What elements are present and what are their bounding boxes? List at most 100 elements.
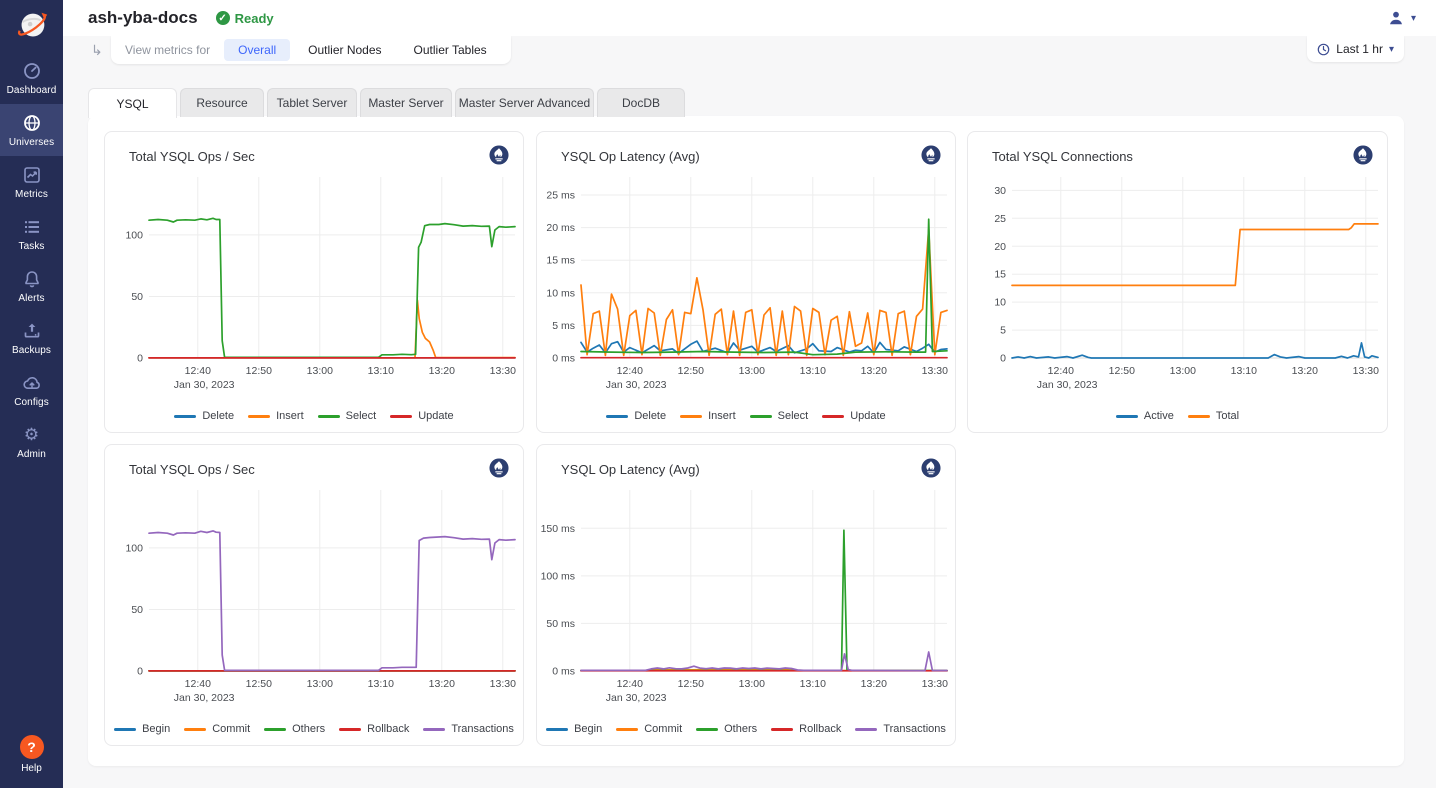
legend-item-others[interactable]: Others <box>696 723 757 735</box>
svg-text:13:20: 13:20 <box>861 678 887 690</box>
legend-swatch <box>390 415 412 418</box>
yugabyte-logo[interactable] <box>0 0 63 52</box>
svg-text:50: 50 <box>131 604 143 616</box>
legend-item-begin[interactable]: Begin <box>114 723 170 735</box>
legend-swatch <box>174 415 196 418</box>
legend-item-transactions[interactable]: Transactions <box>855 723 946 735</box>
legend-label: Select <box>346 410 377 422</box>
chevron-down-icon: ▾ <box>1389 44 1394 55</box>
sidebar-item-label: Metrics <box>15 189 48 200</box>
legend-swatch <box>184 728 206 731</box>
user-menu[interactable]: ▾ <box>1387 9 1416 27</box>
svg-text:13:30: 13:30 <box>922 678 948 690</box>
svg-text:150 ms: 150 ms <box>541 523 575 535</box>
chart-legend: Begin Commit Others Rollback Transactions <box>537 723 955 735</box>
time-range-selector[interactable]: Last 1 hr ▾ <box>1307 36 1404 62</box>
prometheus-icon[interactable] <box>489 145 509 165</box>
legend-item-rollback[interactable]: Rollback <box>339 723 409 735</box>
legend-item-insert[interactable]: Insert <box>680 410 736 422</box>
scope-tab-outlier-tables[interactable]: Outlier Tables <box>400 39 501 61</box>
tab-master-server[interactable]: Master Server <box>360 88 452 117</box>
legend-item-transactions[interactable]: Transactions <box>423 723 514 735</box>
legend-label: Update <box>418 410 453 422</box>
tab-tablet-server[interactable]: Tablet Server <box>267 88 357 117</box>
sidebar-item-dashboard[interactable]: Dashboard <box>0 52 63 104</box>
scope-tab-overall[interactable]: Overall <box>224 39 290 61</box>
universes-icon <box>22 113 42 133</box>
legend-label: Insert <box>276 410 304 422</box>
svg-text:0 ms: 0 ms <box>552 666 575 678</box>
scope-tab-outlier-nodes[interactable]: Outlier Nodes <box>294 39 395 61</box>
line-chart[interactable]: 05010012:4012:5013:0013:1013:2013:30Jan … <box>105 172 525 396</box>
dashboard-icon <box>22 61 42 81</box>
svg-text:10: 10 <box>994 297 1006 309</box>
legend-item-update[interactable]: Update <box>822 410 885 422</box>
prometheus-icon[interactable] <box>1353 145 1373 165</box>
legend-swatch <box>339 728 361 731</box>
legend-item-select[interactable]: Select <box>750 410 809 422</box>
sidebar-item-universes[interactable]: Universes <box>0 104 63 156</box>
sidebar-item-metrics[interactable]: Metrics <box>0 156 63 208</box>
prometheus-icon[interactable] <box>921 458 941 478</box>
svg-text:13:10: 13:10 <box>1231 365 1257 377</box>
prometheus-icon[interactable] <box>921 145 941 165</box>
legend-item-total[interactable]: Total <box>1188 410 1239 422</box>
prometheus-icon[interactable] <box>489 458 509 478</box>
legend-item-begin[interactable]: Begin <box>546 723 602 735</box>
alerts-icon <box>22 269 42 289</box>
line-chart[interactable]: 0 ms5 ms10 ms15 ms20 ms25 ms12:4012:5013… <box>537 172 957 396</box>
line-chart[interactable]: 05101520253012:4012:5013:0013:1013:2013:… <box>968 172 1388 396</box>
legend-item-delete[interactable]: Delete <box>174 410 234 422</box>
sidebar-item-configs[interactable]: Configs <box>0 364 63 416</box>
sidebar-item-tasks[interactable]: Tasks <box>0 208 63 260</box>
legend-item-delete[interactable]: Delete <box>606 410 666 422</box>
chart-legend: Begin Commit Others Rollback Transactions <box>105 723 523 735</box>
svg-text:13:20: 13:20 <box>429 678 455 690</box>
sidebar-item-help[interactable]: ? Help <box>0 735 63 774</box>
time-range-label: Last 1 hr <box>1336 42 1383 56</box>
configs-icon <box>22 373 42 393</box>
line-chart[interactable]: 05010012:4012:5013:0013:1013:2013:30Jan … <box>105 485 525 709</box>
sidebar-item-admin[interactable]: ⚙ Admin <box>0 416 63 468</box>
legend-item-active[interactable]: Active <box>1116 410 1174 422</box>
tab-master-server-advanced[interactable]: Master Server Advanced <box>455 88 594 117</box>
svg-text:13:10: 13:10 <box>800 365 826 377</box>
legend-swatch <box>616 728 638 731</box>
help-label: Help <box>21 763 42 774</box>
chart-card-ysql-op-latency: YSQL Op Latency (Avg) 0 ms5 ms10 ms15 ms… <box>536 131 956 433</box>
legend-item-insert[interactable]: Insert <box>248 410 304 422</box>
legend-swatch <box>1116 415 1138 418</box>
line-chart[interactable]: 0 ms50 ms100 ms150 ms12:4012:5013:0013:1… <box>537 485 957 709</box>
sidebar-item-label: Tasks <box>18 241 44 252</box>
chart-title: Total YSQL Ops / Sec <box>129 149 255 164</box>
svg-text:12:40: 12:40 <box>617 678 643 690</box>
legend-swatch <box>822 415 844 418</box>
legend-label: Insert <box>708 410 736 422</box>
sidebar-item-alerts[interactable]: Alerts <box>0 260 63 312</box>
legend-item-others[interactable]: Others <box>264 723 325 735</box>
legend-item-commit[interactable]: Commit <box>616 723 682 735</box>
svg-text:20 ms: 20 ms <box>546 222 575 234</box>
sidebar-item-label: Configs <box>14 397 49 408</box>
status-badge: ✓ Ready <box>216 11 274 26</box>
legend-label: Select <box>778 410 809 422</box>
legend-item-update[interactable]: Update <box>390 410 453 422</box>
chart-title: YSQL Op Latency (Avg) <box>561 462 700 477</box>
legend-item-commit[interactable]: Commit <box>184 723 250 735</box>
svg-text:0: 0 <box>1000 353 1006 365</box>
legend-item-select[interactable]: Select <box>318 410 377 422</box>
legend-label: Begin <box>142 723 170 735</box>
legend-swatch <box>771 728 793 731</box>
sidebar-item-backups[interactable]: Backups <box>0 312 63 364</box>
svg-text:12:50: 12:50 <box>1109 365 1135 377</box>
svg-text:13:20: 13:20 <box>861 365 887 377</box>
tab-docdb[interactable]: DocDB <box>597 88 685 117</box>
tab-resource[interactable]: Resource <box>180 88 264 117</box>
svg-text:13:10: 13:10 <box>368 678 394 690</box>
tab-ysql[interactable]: YSQL <box>88 88 177 118</box>
svg-text:100: 100 <box>125 229 143 241</box>
admin-icon: ⚙ <box>22 425 42 445</box>
svg-text:100: 100 <box>125 542 143 554</box>
legend-item-rollback[interactable]: Rollback <box>771 723 841 735</box>
svg-text:30: 30 <box>994 185 1006 197</box>
